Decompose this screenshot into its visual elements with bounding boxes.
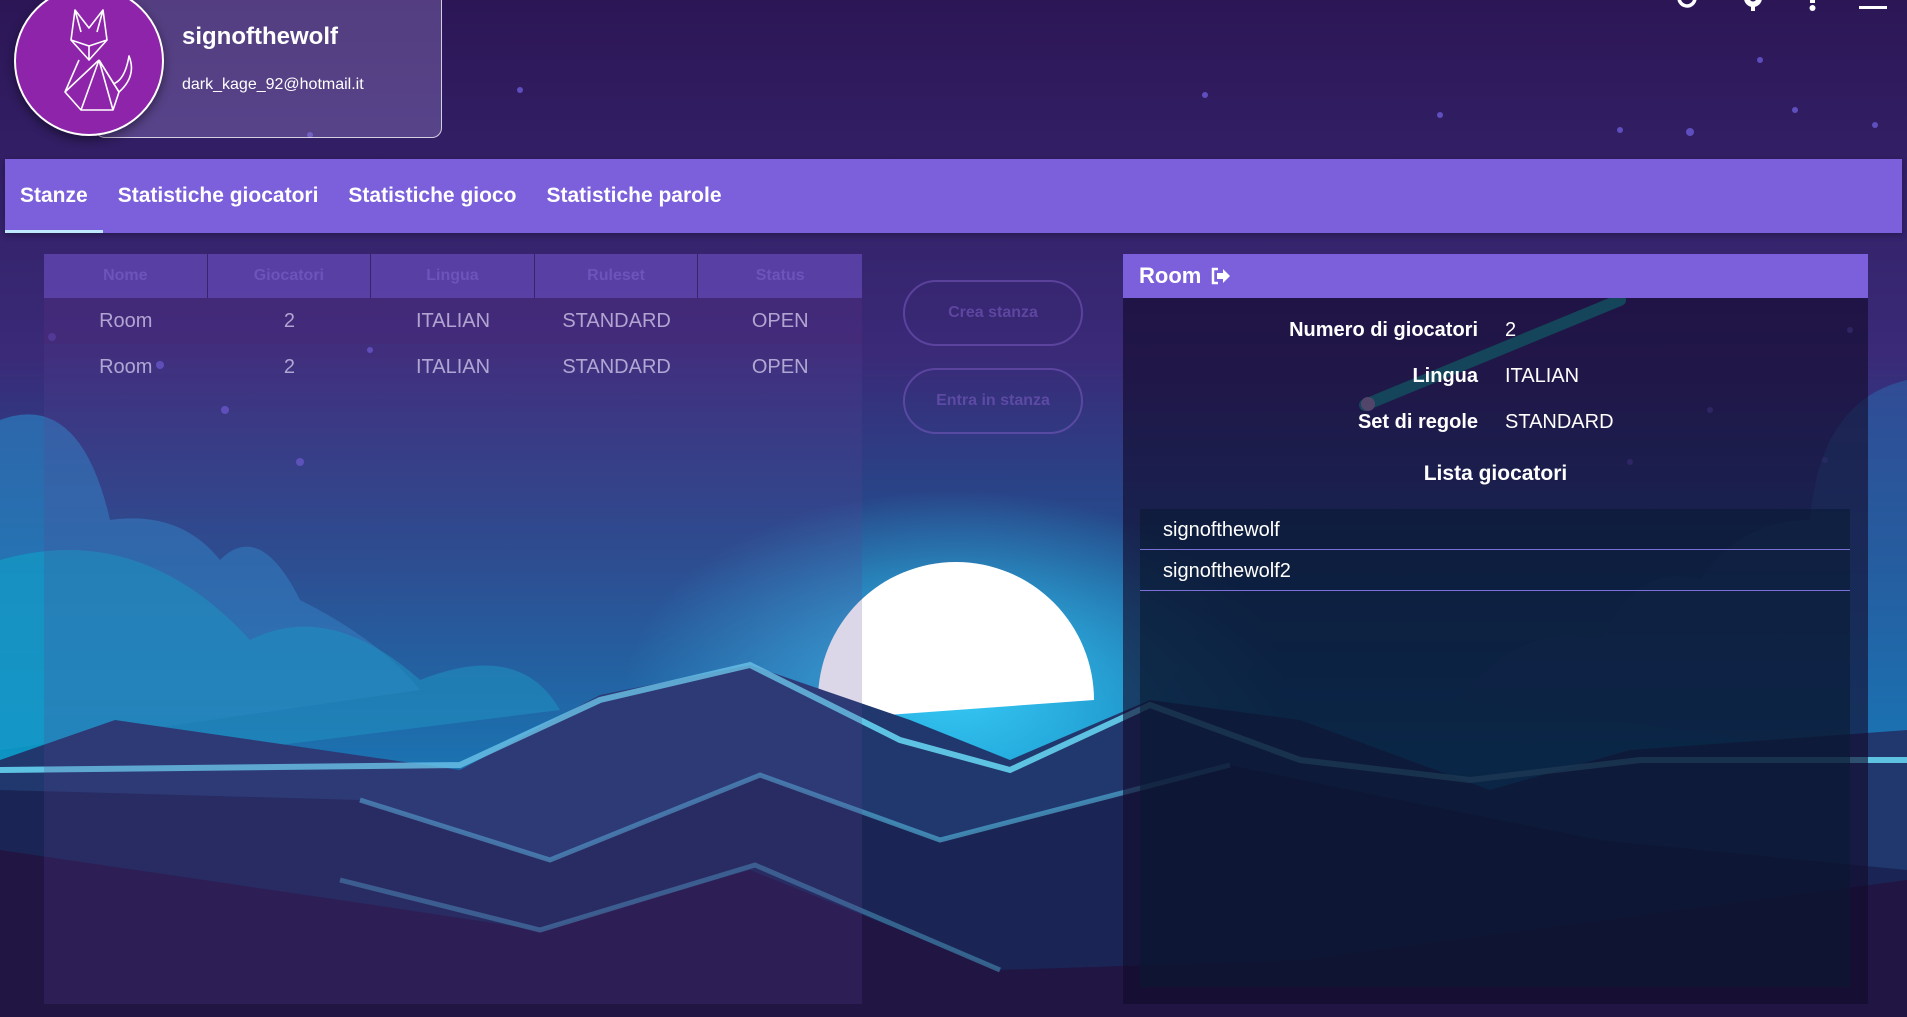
- list-item[interactable]: signofthewolf2: [1140, 550, 1850, 591]
- info-label: Lingua: [1412, 365, 1478, 387]
- info-row-ruleset: Set di regole STANDARD: [1123, 411, 1868, 441]
- cell-ruleset: STANDARD: [562, 355, 671, 378]
- info-value: STANDARD: [1505, 411, 1614, 433]
- top-toolbar: [1673, 0, 1887, 17]
- column-header-lingua[interactable]: Lingua: [371, 254, 535, 298]
- cell-giocatori: 2: [283, 355, 295, 378]
- players-list-title: Lista giocatori: [1423, 462, 1568, 485]
- cell-giocatori: 2: [283, 309, 295, 332]
- create-room-button[interactable]: Crea stanza: [903, 280, 1083, 346]
- tab-stanze[interactable]: Stanze: [5, 159, 103, 233]
- info-label: Set di regole: [1357, 411, 1478, 433]
- column-header-giocatori[interactable]: Giocatori: [208, 254, 372, 298]
- tab-statistiche-parole[interactable]: Statistiche parole: [531, 159, 736, 233]
- help-icon[interactable]: [1805, 0, 1821, 17]
- cell-status: OPEN: [751, 309, 809, 332]
- column-header-status[interactable]: Status: [698, 254, 862, 298]
- room-details-panel: Room Numero di giocatori 2 Lingua ITALIA…: [1123, 254, 1868, 1004]
- list-item[interactable]: signofthewolf: [1140, 509, 1850, 550]
- refresh-icon[interactable]: [1673, 0, 1701, 17]
- username: signofthewolf: [182, 23, 338, 50]
- room-header: Room: [1123, 254, 1868, 298]
- cell-nome: Room: [99, 309, 153, 332]
- fox-icon: [64, 9, 133, 111]
- sign-out-icon[interactable]: [1211, 267, 1231, 285]
- table-row[interactable]: Room 2 ITALIAN STANDARD OPEN: [44, 344, 862, 390]
- info-value: ITALIAN: [1505, 365, 1580, 387]
- info-value: 2: [1505, 319, 1517, 341]
- user-email: dark_kage_92@hotmail.it: [182, 76, 364, 93]
- rooms-table: Nome Giocatori Lingua Ruleset Status Roo…: [44, 254, 862, 1004]
- tab-statistiche-gioco[interactable]: Statistiche gioco: [333, 159, 531, 233]
- table-header: Nome Giocatori Lingua Ruleset Status: [44, 254, 862, 298]
- info-row-language: Lingua ITALIAN: [1123, 365, 1868, 395]
- cell-lingua: ITALIAN: [415, 309, 491, 332]
- info-label: Numero di giocatori: [1289, 319, 1478, 341]
- players-list: signofthewolf signofthewolf2: [1140, 509, 1850, 987]
- gear-icon[interactable]: [1739, 0, 1767, 17]
- table-row[interactable]: Room 2 ITALIAN STANDARD OPEN: [44, 298, 862, 344]
- tab-statistiche-giocatori[interactable]: Statistiche giocatori: [103, 159, 334, 233]
- column-header-ruleset[interactable]: Ruleset: [535, 254, 699, 298]
- join-room-button[interactable]: Entra in stanza: [903, 368, 1083, 434]
- cell-nome: Room: [99, 355, 153, 378]
- menu-icon[interactable]: [1859, 0, 1887, 17]
- room-title: Room: [1139, 263, 1202, 288]
- tab-bar: Stanze Statistiche giocatori Statistiche…: [5, 159, 1902, 233]
- cell-status: OPEN: [751, 355, 809, 378]
- cell-lingua: ITALIAN: [415, 355, 491, 378]
- column-header-nome[interactable]: Nome: [44, 254, 208, 298]
- info-row-players: Numero di giocatori 2: [1123, 319, 1868, 349]
- cell-ruleset: STANDARD: [562, 309, 671, 332]
